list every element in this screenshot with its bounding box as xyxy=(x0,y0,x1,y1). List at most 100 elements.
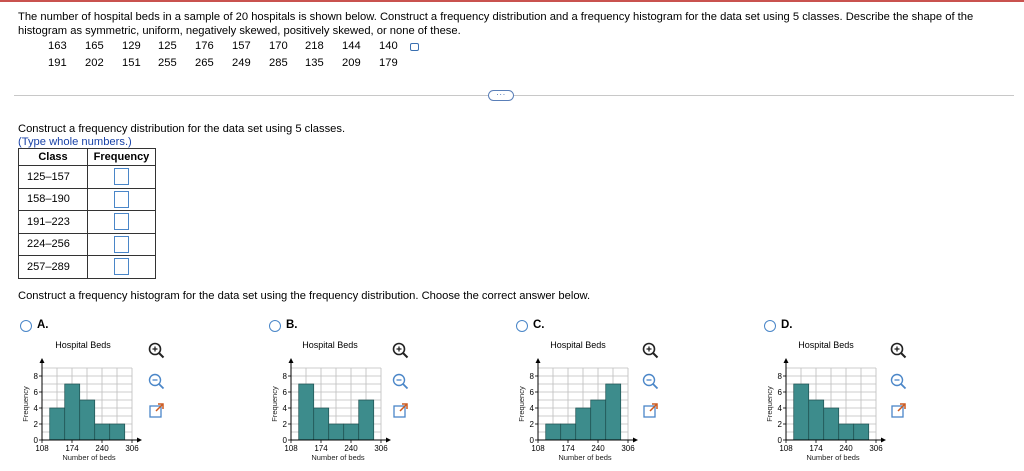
frequency-input[interactable] xyxy=(114,168,129,186)
histogram-bar xyxy=(358,399,375,441)
data-value: 265 xyxy=(195,57,214,69)
frequency-input[interactable] xyxy=(114,213,129,231)
histogram-bar xyxy=(838,423,855,441)
zoom-out-icon[interactable] xyxy=(148,373,165,390)
class-cell: 257–289 xyxy=(18,255,88,279)
data-value: 179 xyxy=(379,57,398,69)
option-d[interactable]: D. Hospital Beds 0 2 4 6 8 108 174 240 306 Number… xyxy=(764,318,1004,468)
histogram-bar xyxy=(94,423,111,441)
histogram-bar xyxy=(575,407,592,441)
zoom-out-icon[interactable] xyxy=(890,373,907,390)
frequency-header: Frequency xyxy=(87,148,156,166)
histogram-bar xyxy=(545,423,562,441)
histogram-bar xyxy=(328,423,345,441)
histogram-bar xyxy=(605,383,622,441)
zoom-in-icon[interactable] xyxy=(890,342,907,359)
x-tick-label: 306 xyxy=(374,444,388,453)
histogram-bar xyxy=(560,423,577,441)
option-c-letter: C. xyxy=(533,319,545,331)
y-tick-label: 6 xyxy=(283,388,288,397)
data-value: 157 xyxy=(232,40,251,52)
x-tick-label: 240 xyxy=(591,444,605,453)
y-tick-label: 8 xyxy=(530,372,535,381)
x-tick-label: 174 xyxy=(561,444,575,453)
table-header-row: Class Frequency xyxy=(18,148,156,166)
option-a-letter: A. xyxy=(37,319,49,331)
zoom-in-icon[interactable] xyxy=(392,342,409,359)
x-tick-label: 174 xyxy=(809,444,823,453)
x-tick-label: 108 xyxy=(284,444,298,453)
x-axis-arrow xyxy=(633,437,638,443)
histogram-bar xyxy=(298,383,315,441)
copy-data-icon[interactable] xyxy=(410,43,419,51)
frequency-input[interactable] xyxy=(114,190,129,208)
histogram-bar xyxy=(808,399,825,441)
chart-title: Hospital Beds xyxy=(302,340,358,350)
section-divider xyxy=(14,95,1014,96)
table-row: 125–157 xyxy=(18,165,156,189)
histogram-bar xyxy=(313,407,330,441)
y-axis-arrow xyxy=(288,358,294,363)
data-value: 144 xyxy=(342,40,361,52)
data-value: 285 xyxy=(269,57,288,69)
y-tick-label: 8 xyxy=(34,372,39,381)
option-b-letter: B. xyxy=(286,319,298,331)
chart-title: Hospital Beds xyxy=(798,340,854,350)
data-value: 165 xyxy=(85,40,104,52)
pop-out-icon[interactable] xyxy=(642,402,659,419)
option-b[interactable]: B. Hospital Beds 0 2 4 6 8 108 174 240 306 Number… xyxy=(269,318,509,468)
histogram-bar xyxy=(343,423,360,441)
part1-hint: (Type whole numbers.) xyxy=(18,136,132,148)
x-tick-label: 306 xyxy=(621,444,635,453)
histogram-bar xyxy=(109,423,126,441)
histogram-bar xyxy=(590,399,607,441)
expand-more-button[interactable]: ··· xyxy=(488,90,514,101)
x-tick-label: 108 xyxy=(779,444,793,453)
zoom-out-icon[interactable] xyxy=(392,373,409,390)
data-value: 255 xyxy=(158,57,177,69)
x-tick-label: 306 xyxy=(125,444,139,453)
option-d-letter: D. xyxy=(781,319,793,331)
table-row: 158–190 xyxy=(18,187,156,211)
y-axis-label: Frequency xyxy=(517,386,526,422)
y-tick-label: 2 xyxy=(283,420,288,429)
data-value: 209 xyxy=(342,57,361,69)
y-tick-label: 4 xyxy=(530,404,535,413)
y-tick-label: 2 xyxy=(530,420,535,429)
question-text: The number of hospital beds in a sample … xyxy=(18,11,974,37)
class-header: Class xyxy=(18,148,88,166)
option-d-radio[interactable] xyxy=(764,320,776,332)
x-tick-label: 306 xyxy=(869,444,883,453)
zoom-out-icon[interactable] xyxy=(642,373,659,390)
option-a-radio[interactable] xyxy=(20,320,32,332)
option-c[interactable]: C. Hospital Beds 0 2 4 6 8 108 174 240 306 Number… xyxy=(516,318,756,468)
chart-title: Hospital Beds xyxy=(55,340,111,350)
pop-out-icon[interactable] xyxy=(392,402,409,419)
x-tick-label: 174 xyxy=(314,444,328,453)
frequency-input[interactable] xyxy=(114,235,129,253)
part2-instruction: Construct a frequency histogram for the … xyxy=(18,290,591,302)
x-axis-arrow xyxy=(386,437,391,443)
data-value: 140 xyxy=(379,40,398,52)
option-b-radio[interactable] xyxy=(269,320,281,332)
y-tick-label: 2 xyxy=(34,420,39,429)
zoom-in-icon[interactable] xyxy=(642,342,659,359)
y-axis-label: Frequency xyxy=(765,386,774,422)
histogram-bar xyxy=(79,399,96,441)
option-c-radio[interactable] xyxy=(516,320,528,332)
y-tick-label: 6 xyxy=(530,388,535,397)
option-a[interactable]: A. Hospital Beds 0 2 4 6 8 108 174 240 306 Number… xyxy=(20,318,260,468)
x-axis-label: Number of beds xyxy=(311,453,365,462)
histogram-bar xyxy=(823,407,840,441)
pop-out-icon[interactable] xyxy=(148,402,165,419)
class-cell: 191–223 xyxy=(18,210,88,234)
frequency-input[interactable] xyxy=(114,258,129,276)
table-row: 224–256 xyxy=(18,232,156,256)
y-axis-arrow xyxy=(783,358,789,363)
x-tick-label: 240 xyxy=(95,444,109,453)
pop-out-icon[interactable] xyxy=(890,402,907,419)
x-tick-label: 174 xyxy=(65,444,79,453)
x-axis-arrow xyxy=(881,437,886,443)
zoom-in-icon[interactable] xyxy=(148,342,165,359)
x-tick-label: 240 xyxy=(344,444,358,453)
